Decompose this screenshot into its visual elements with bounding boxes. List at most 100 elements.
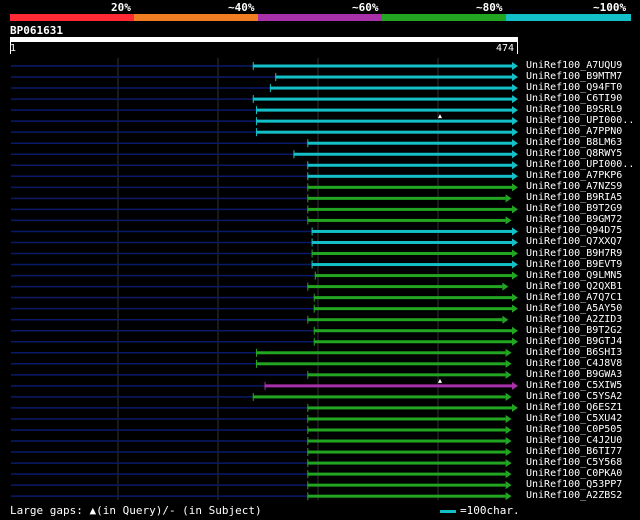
alignment-start-tick	[311, 249, 313, 258]
alignment-row	[11, 161, 518, 170]
alignment-start-tick	[313, 293, 315, 302]
alignment-end-arrow	[505, 492, 512, 501]
alignment-end-arrow	[512, 62, 518, 70]
alignment-bar	[314, 274, 512, 278]
alignment-bar	[255, 108, 512, 112]
hit-label[interactable]: UniRef100_Q94FT0	[526, 82, 622, 93]
query-gap-marker	[438, 378, 442, 383]
hit-label[interactable]: UniRef100_B6TI77	[526, 446, 622, 457]
alignment-row	[11, 271, 518, 280]
hit-label[interactable]: UniRef100_C5YSA2	[526, 391, 622, 402]
alignment-row	[11, 205, 518, 214]
hit-label[interactable]: UniRef100_UPI000..	[526, 115, 634, 126]
alignment-bar	[307, 461, 506, 465]
alignment-row	[11, 337, 518, 346]
alignment-end-arrow	[505, 359, 512, 368]
hit-label[interactable]: UniRef100_UPI000..	[526, 159, 634, 170]
alignment-end-arrow	[505, 481, 512, 490]
alignment-row	[11, 414, 512, 423]
hit-label[interactable]: UniRef100_Q6ESZ1	[526, 402, 622, 413]
hit-label[interactable]: UniRef100_A7NZS9	[526, 181, 622, 192]
alignment-bar	[255, 130, 512, 134]
hit-label[interactable]: UniRef100_B6SHI3	[526, 347, 622, 358]
alignment-start-tick	[264, 381, 266, 390]
alignment-bar	[307, 207, 512, 211]
alignment-row	[11, 238, 518, 247]
alignment-start-tick	[307, 459, 309, 468]
alignment-row	[11, 128, 518, 137]
alignment-end-arrow	[512, 84, 518, 93]
hit-label[interactable]: UniRef100_A2ZBS2	[526, 490, 622, 501]
legend-label: 20%	[111, 1, 131, 14]
legend-label: ~60%	[352, 1, 379, 14]
alignment-row	[11, 403, 518, 412]
alignment-start-tick	[307, 470, 309, 479]
alignment-bar	[311, 229, 512, 233]
alignment-start-tick	[307, 216, 309, 225]
alignment-row	[11, 326, 518, 335]
hit-label[interactable]: UniRef100_B9T2G2	[526, 325, 622, 336]
alignment-bar	[307, 163, 512, 167]
hit-label[interactable]: UniRef100_B9H7R9	[526, 248, 622, 259]
alignment-row	[11, 378, 518, 390]
hit-label[interactable]: UniRef100_B9GWA3	[526, 369, 622, 380]
alignment-start-tick	[307, 183, 309, 192]
hit-label[interactable]: UniRef100_C5XIW5	[526, 380, 622, 391]
alignment-start-tick	[252, 62, 254, 70]
alignment-bar	[255, 362, 506, 366]
alignment-bar	[313, 296, 512, 300]
hit-label[interactable]: UniRef100_B9RIA5	[526, 192, 622, 203]
hit-label[interactable]: UniRef100_Q2QXB1	[526, 281, 622, 292]
alignment-end-arrow	[512, 249, 518, 258]
hit-label[interactable]: UniRef100_A2ZID3	[526, 314, 622, 325]
alignment-row	[11, 470, 512, 479]
alignment-end-arrow	[505, 392, 512, 401]
hit-label[interactable]: UniRef100_B9MTM7	[526, 71, 622, 82]
hit-label[interactable]: UniRef100_Q53PP7	[526, 479, 622, 490]
hit-label[interactable]: UniRef100_Q94D75	[526, 225, 622, 236]
alignment-row	[11, 183, 518, 192]
hit-label[interactable]: UniRef100_B9GTJ4	[526, 336, 622, 347]
alignment-bar	[307, 450, 506, 454]
alignment-bar	[255, 351, 506, 355]
hit-label[interactable]: UniRef100_A7UQU9	[526, 60, 622, 71]
alignment-end-arrow	[502, 315, 509, 324]
hit-label[interactable]: UniRef100_A5AY50	[526, 303, 622, 314]
hit-label[interactable]: UniRef100_C0PKA0	[526, 468, 622, 479]
alignment-bar	[313, 329, 512, 333]
hit-label[interactable]: UniRef100_A7PKP6	[526, 170, 622, 181]
alignment-bar	[307, 428, 506, 432]
hit-label[interactable]: UniRef100_C5Y568	[526, 457, 622, 468]
hit-label[interactable]: UniRef100_C6TI90	[526, 93, 622, 104]
alignment-row	[11, 448, 512, 457]
alignment-start-tick	[255, 348, 257, 357]
hit-label[interactable]: UniRef100_Q9LMN5	[526, 270, 622, 281]
alignment-end-arrow	[512, 403, 518, 412]
alignment-bar	[307, 141, 512, 145]
hit-label[interactable]: UniRef100_Q7XXQ7	[526, 236, 622, 247]
hit-label[interactable]: UniRef100_C4J2U0	[526, 435, 622, 446]
hit-label[interactable]: UniRef100_B9SRL9	[526, 104, 622, 115]
alignment-row	[11, 95, 518, 104]
alignment-row	[11, 282, 509, 291]
alignment-end-arrow	[512, 271, 518, 280]
hit-label[interactable]: UniRef100_C0P505	[526, 424, 622, 435]
hit-label[interactable]: UniRef100_B8LM63	[526, 137, 622, 148]
hit-label[interactable]: UniRef100_B9GM72	[526, 214, 622, 225]
hit-label[interactable]: UniRef100_A7PPN0	[526, 126, 622, 137]
large-gaps-legend: Large gaps: ▲(in Query)/- (in Subject)	[10, 504, 262, 517]
alignment-end-arrow	[505, 448, 512, 457]
hit-label[interactable]: UniRef100_C4J8V8	[526, 358, 622, 369]
alignment-end-arrow	[512, 293, 518, 302]
hit-label[interactable]: UniRef100_B9T2G9	[526, 203, 622, 214]
alignment-start-tick	[307, 194, 309, 203]
hit-label[interactable]: UniRef100_B9EVT9	[526, 259, 622, 270]
hit-label[interactable]: UniRef100_Q8RWY5	[526, 148, 622, 159]
alignment-start-tick	[269, 84, 271, 93]
alignment-bar	[313, 340, 512, 344]
alignment-row	[11, 84, 518, 93]
alignment-start-tick	[311, 238, 313, 247]
hit-label[interactable]: UniRef100_C5XU42	[526, 413, 622, 424]
hit-label[interactable]: UniRef100_A7Q7C1	[526, 292, 622, 303]
alignment-start-tick	[313, 326, 315, 335]
